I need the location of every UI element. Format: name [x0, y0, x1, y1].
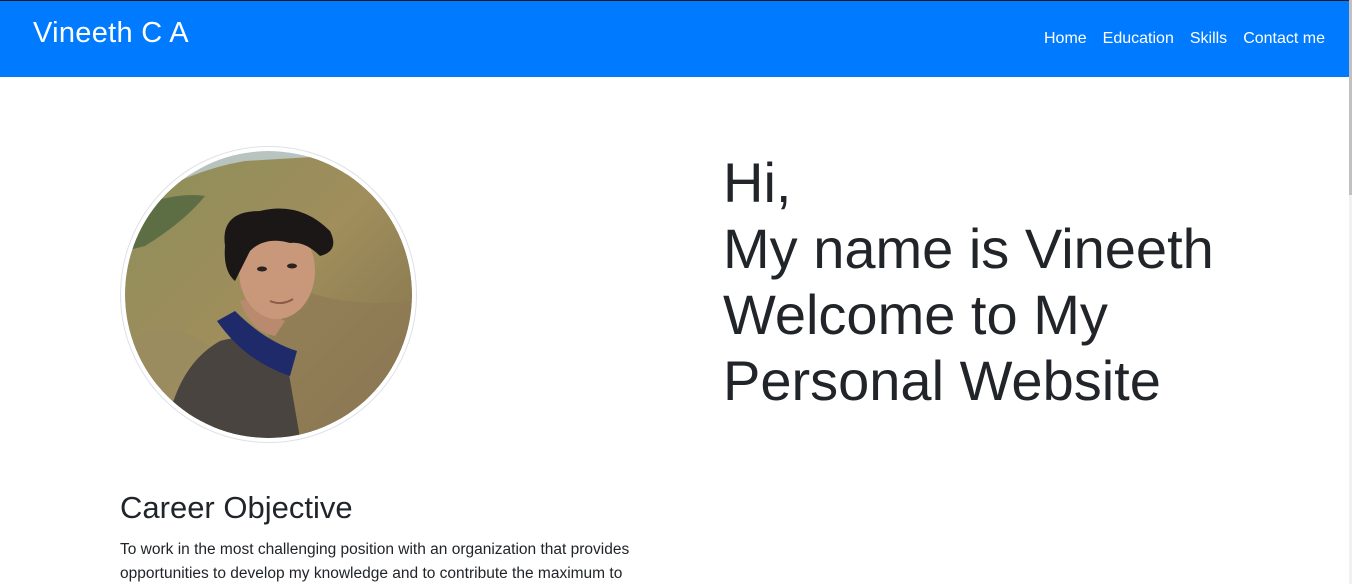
page: Vineeth C A Home Education Skills Contac… [0, 0, 1352, 584]
navbar: Vineeth C A Home Education Skills Contac… [0, 0, 1349, 77]
nav-links: Home Education Skills Contact me [1044, 30, 1325, 48]
profile-avatar [120, 146, 417, 443]
profile-photo [125, 151, 412, 438]
hero-line-website: Personal Website [723, 349, 1161, 412]
nav-link-education[interactable]: Education [1103, 30, 1174, 48]
hero-line-welcome: Welcome to My [723, 283, 1108, 346]
career-objective-text: To work in the most challenging position… [120, 541, 630, 582]
nav-link-home[interactable]: Home [1044, 30, 1087, 48]
nav-link-contact[interactable]: Contact me [1243, 30, 1325, 48]
hero-heading: Hi, My name is Vineeth Welcome to My Per… [723, 150, 1323, 414]
hero-line-greeting: Hi, [723, 151, 792, 214]
hero-line-name: My name is Vineeth [723, 217, 1214, 280]
career-objective-title: Career Objective [120, 490, 353, 525]
nav-link-skills[interactable]: Skills [1190, 30, 1227, 48]
brand-link[interactable]: Vineeth C A [33, 17, 189, 50]
